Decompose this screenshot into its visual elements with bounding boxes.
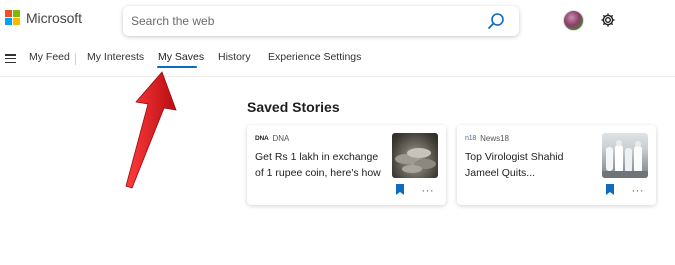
story-source: n18 News18 [465,134,509,143]
brand-name: Microsoft [26,10,82,26]
bookmark-icon[interactable] [396,184,404,195]
microsoft-logo[interactable]: Microsoft [5,10,82,26]
story-thumbnail[interactable] [602,133,648,178]
search-icon[interactable] [487,12,505,30]
search-input[interactable] [131,14,471,28]
tab-my-feed[interactable]: My Feed [29,51,70,63]
page-title: Saved Stories [247,99,340,115]
gear-icon[interactable] [600,12,616,28]
active-tab-indicator [157,66,197,68]
tab-experience-settings[interactable]: Experience Settings [268,51,361,63]
avatar[interactable] [563,10,584,31]
story-card[interactable]: n18 News18 Top Virologist Shahid Jameel … [457,125,656,205]
story-headline[interactable]: Get Rs 1 lakh in exchange of 1 rupee coi… [255,149,387,181]
story-card[interactable]: DNA DNA Get Rs 1 lakh in exchange of 1 r… [247,125,446,205]
nav-divider [0,76,675,77]
tab-my-saves[interactable]: My Saves [158,51,204,63]
bookmark-icon[interactable] [606,184,614,195]
more-options-icon[interactable]: ··· [632,186,645,197]
nav-separator [75,53,76,65]
story-thumbnail[interactable] [392,133,438,178]
source-name: News18 [480,134,509,143]
top-nav: My Feed My Interests My Saves History Ex… [0,47,675,71]
story-headline[interactable]: Top Virologist Shahid Jameel Quits... [465,149,597,181]
more-options-icon[interactable]: ··· [422,186,435,197]
search-box[interactable] [123,6,519,36]
source-name: DNA [272,134,290,143]
red-arrow-annotation [125,71,177,189]
story-source: DNA DNA [255,134,289,143]
microsoft-logo-icon [5,10,21,26]
hamburger-menu-icon[interactable] [5,54,16,63]
source-logo: n18 [465,135,477,142]
tab-history[interactable]: History [218,51,251,63]
tab-my-interests[interactable]: My Interests [87,51,144,63]
source-logo: DNA [255,135,269,142]
